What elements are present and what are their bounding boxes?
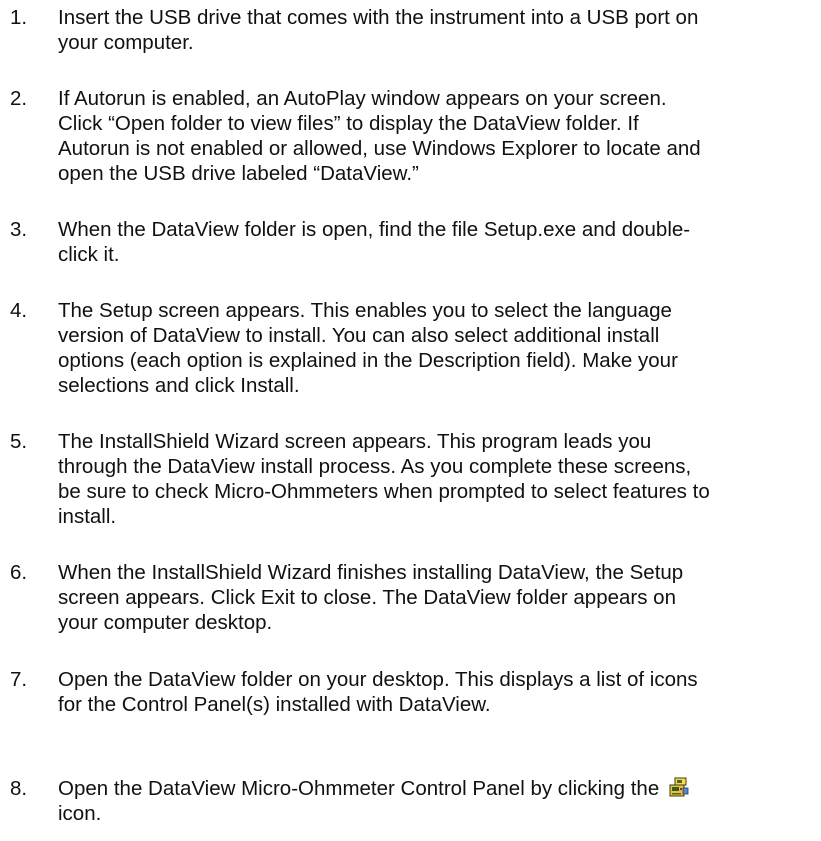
step-text: When the DataView folder is open, find t… <box>58 217 818 267</box>
step-text: If Autorun is enabled, an AutoPlay windo… <box>58 86 818 186</box>
step-number: 5. <box>10 430 28 453</box>
step-text: Insert the USB drive that comes with the… <box>58 5 818 55</box>
step-text: Open the DataView Micro-Ohmmeter Control… <box>58 776 818 826</box>
step-text-line: Autorun is not enabled or allowed, use W… <box>58 137 701 160</box>
step-number: 3. <box>10 218 28 241</box>
step-text-line: Click “Open folder to view files” to dis… <box>58 112 639 135</box>
step-text-line: The Setup screen appears. This enables y… <box>58 299 672 322</box>
step-text-line: If Autorun is enabled, an AutoPlay windo… <box>58 87 667 110</box>
step-text-line-part: Open the DataView Micro-Ohmmeter Control… <box>58 777 660 800</box>
step-text-line: screen appears. Click Exit to close. The… <box>58 586 676 609</box>
micro-ohmmeter-control-panel-icon <box>668 776 690 798</box>
step-text-line: be sure to check Micro-Ohmmeters when pr… <box>58 480 710 503</box>
step-number: 2. <box>10 87 28 110</box>
instruction-document: 1. Insert the USB drive that comes with … <box>0 0 821 841</box>
step-text-line: Open the DataView Micro-Ohmmeter Control… <box>58 776 818 801</box>
step-text-line: open the USB drive labeled “DataView.” <box>58 162 419 185</box>
step-text-line: icon. <box>58 802 102 825</box>
step-text: The Setup screen appears. This enables y… <box>58 298 818 398</box>
step-text-line: selections and click Install. <box>58 374 300 397</box>
step-text-line: Open the DataView folder on your desktop… <box>58 668 698 691</box>
step-text-line: click it. <box>58 243 120 266</box>
step-text-line: The InstallShield Wizard screen appears.… <box>58 430 652 453</box>
step-text-line: install. <box>58 505 117 528</box>
step-number: 4. <box>10 299 28 322</box>
step-text: Open the DataView folder on your desktop… <box>58 667 818 717</box>
step-text-line: your computer. <box>58 31 194 54</box>
step-text: The InstallShield Wizard screen appears.… <box>58 429 818 529</box>
step-text-line: Insert the USB drive that comes with the… <box>58 6 699 29</box>
step-text-line: for the Control Panel(s) installed with … <box>58 693 491 716</box>
step-text-line: When the InstallShield Wizard finishes i… <box>58 561 684 584</box>
step-number: 8. <box>10 777 28 800</box>
step-text-line: options (each option is explained in the… <box>58 349 678 372</box>
step-text-line: your computer desktop. <box>58 611 273 634</box>
step-text: When the InstallShield Wizard finishes i… <box>58 560 818 635</box>
step-number: 6. <box>10 561 28 584</box>
step-text-line: version of DataView to install. You can … <box>58 324 660 347</box>
step-text-line: When the DataView folder is open, find t… <box>58 218 691 241</box>
step-number: 1. <box>10 6 28 29</box>
step-number: 7. <box>10 668 28 691</box>
step-text-line: through the DataView install process. As… <box>58 455 692 478</box>
